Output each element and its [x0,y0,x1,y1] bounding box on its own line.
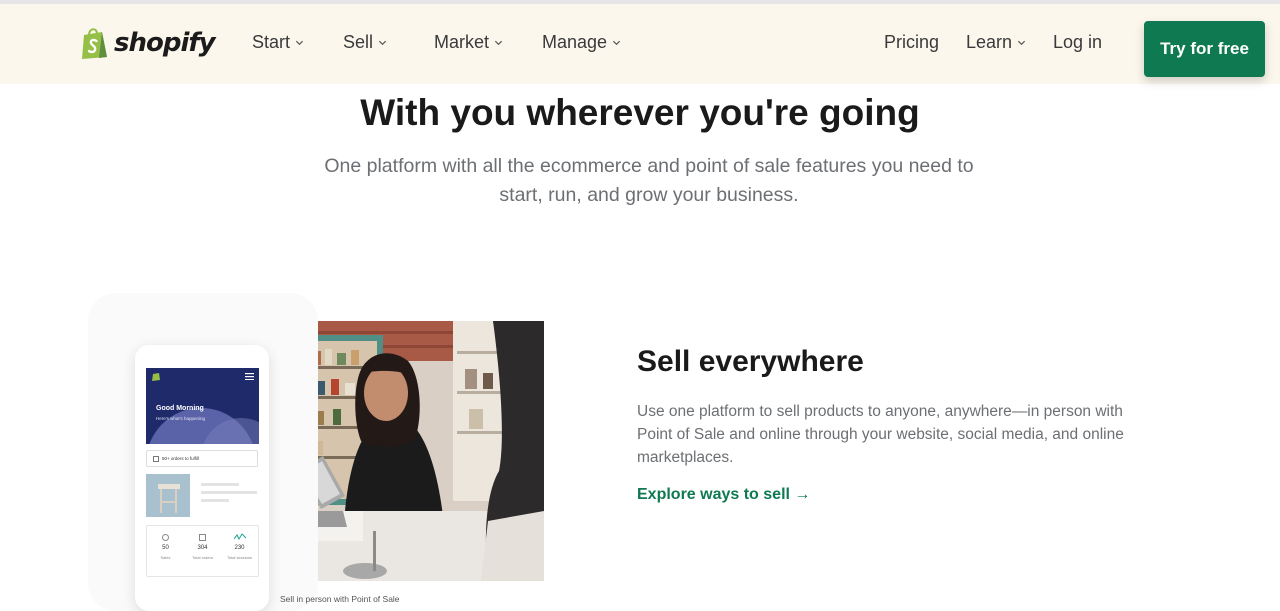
menu-icon[interactable] [245,373,254,380]
orders-icon [199,534,206,541]
chevron-down-icon [494,40,503,46]
logo-wordmark: shopify [114,28,216,58]
stat-label: Total sessions [226,555,253,560]
phone-mockup: Good Morning Here's what's happening 50+… [135,345,269,611]
dollar-icon [162,534,169,541]
stool-image [146,474,190,517]
stat-label: Sales [160,555,171,560]
nav-market-label: Market [434,32,490,52]
nav-pricing-label: Pricing [884,32,940,52]
try-for-free-button[interactable]: Try for free [1144,21,1265,77]
placeholder-line [201,483,239,486]
stat-label: Total orders [192,555,213,560]
nav-start-label: Start [252,32,291,52]
stat-value: 50 [162,545,169,551]
chevron-down-icon [295,40,304,46]
shopping-bag-icon [82,28,107,59]
stat-orders: 304 Total orders [184,526,221,576]
nav-market[interactable]: Market [434,32,503,53]
chevron-down-icon [378,40,387,46]
nav-manage-label: Manage [542,32,608,52]
orders-icon [153,455,159,462]
nav-sell-label: Sell [343,32,374,52]
nav-sell[interactable]: Sell [343,32,387,53]
placeholder-line [201,499,229,502]
nav-login-label: Log in [1053,32,1103,52]
stat-sessions: 230 Total sessions [221,526,258,576]
explore-ways-to-sell-link[interactable]: Explore ways to sell → [637,486,810,504]
stat-value: 230 [234,545,245,551]
product-thumbnail [146,474,190,517]
phone-header: Good Morning Here's what's happening [146,368,259,444]
placeholder-line [201,491,257,494]
trend-icon [233,533,246,541]
hero-subtitle: One platform with all the ecommerce and … [324,155,974,206]
orders-note-text: 50+ orders to fulfill [162,456,199,461]
chevron-down-icon [612,40,621,46]
nav-manage[interactable]: Manage [542,32,621,53]
orders-note[interactable]: 50+ orders to fulfill [146,450,258,467]
stats-card: 50 Sales 304 Total orders 230 Total sess… [146,525,259,577]
nav-start[interactable]: Start [252,32,304,53]
nav-learn[interactable]: Learn [966,32,1026,53]
feature-body: Use one platform to sell products to any… [637,403,1124,466]
nav-learn-label: Learn [966,32,1013,52]
photo-caption: Sell in person with Point of Sale [280,594,400,604]
feature-title: Sell everywhere [637,345,864,378]
chevron-down-icon [1017,40,1026,46]
stat-sales: 50 Sales [147,526,184,576]
shopify-logo[interactable]: shopify [80,26,216,60]
phone-greeting-sub: Here's what's happening [156,416,205,421]
hero-title: With you wherever you're going [360,92,920,133]
shopify-bag-icon [152,373,160,381]
stat-value: 304 [197,545,208,551]
nav-login[interactable]: Log in [1053,32,1102,53]
phone-greeting: Good Morning [156,405,204,412]
top-nav: shopify Start Sell Market Manage Pricing… [0,4,1280,84]
nav-pricing[interactable]: Pricing [884,32,939,53]
